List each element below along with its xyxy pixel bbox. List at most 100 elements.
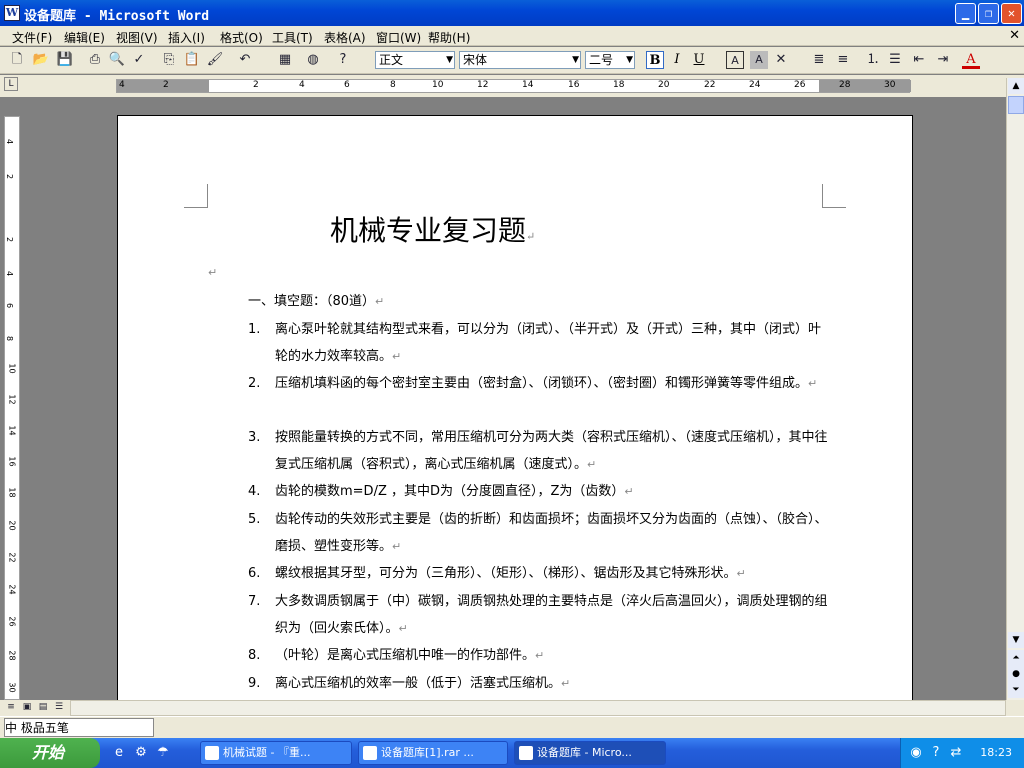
paste-icon[interactable]: 📋 <box>183 51 201 69</box>
ruler-number: 30 <box>7 682 17 693</box>
ruler-number: 26 <box>7 616 17 627</box>
taskbar-item-active[interactable]: 设备题库 - Micro... <box>514 741 666 765</box>
document-area[interactable]: 机械专业复习题↵ ↵ 一、填空题：（80道）↵ 1. 离心泵叶轮就其结构型式来看，… <box>24 98 1006 700</box>
tab-stop-icon[interactable]: L <box>4 77 18 91</box>
italic-button[interactable]: I <box>668 51 686 69</box>
close-button[interactable]: ✕ <box>1001 3 1022 24</box>
ruler-number: 28 <box>839 80 851 90</box>
item-number: 4. <box>248 484 261 499</box>
menu-view[interactable]: 视图(V) <box>116 29 158 46</box>
paragraph-mark: ↵ <box>624 485 634 498</box>
char-scale-icon[interactable]: ✕ <box>772 51 790 69</box>
system-tray: ◉ ? ⇄ 18:23 <box>900 738 1024 768</box>
spelling-icon[interactable]: ✓ <box>130 51 148 69</box>
ie-icon[interactable]: e <box>110 744 128 762</box>
crop-mark <box>184 184 208 208</box>
bullets-icon[interactable]: ☰ <box>886 51 904 69</box>
previous-page-icon[interactable]: ⏶ <box>1008 650 1024 666</box>
item-text: 压缩机填料函的每个密封室主要由（密封盒）、（闭锁环）、（密封圈）和镯形弹簧等零件… <box>275 376 818 391</box>
web-view-icon[interactable]: ▣ <box>20 700 34 714</box>
vertical-ruler[interactable]: 4 2 2 4 6 8 10 12 14 16 18 20 22 24 26 2… <box>4 116 20 700</box>
align-center-icon[interactable]: ≡ <box>834 51 852 69</box>
taskbar-item[interactable]: 设备题库[1].rar ... <box>358 741 508 765</box>
item-number: 6. <box>248 566 261 581</box>
undo-icon[interactable]: ↶ <box>236 51 254 69</box>
insert-table-icon[interactable]: ▦ <box>276 51 294 69</box>
menu-table[interactable]: 表格(A) <box>324 29 366 46</box>
print-preview-icon[interactable]: 🔍 <box>108 51 126 69</box>
quicklaunch-icon[interactable]: ☂ <box>154 744 172 762</box>
tray-icon[interactable]: ◉ <box>907 744 925 762</box>
item-number: 8. <box>248 648 261 663</box>
paragraph-mark: ↵ <box>587 458 597 471</box>
char-border-icon[interactable]: A <box>726 51 744 69</box>
item-number: 2. <box>248 376 261 391</box>
start-button[interactable]: 开始 <box>0 738 100 768</box>
page-view-icon[interactable]: ▤ <box>36 700 50 714</box>
drawing-icon[interactable]: ◍ <box>304 51 322 69</box>
style-select[interactable]: 正文 ▼ <box>375 51 455 69</box>
taskbar: 开始 e ⚙ ☂ 机械试题 - 『重... 设备题库[1].rar ... 设备… <box>0 738 1024 768</box>
window-title: 设备题库 - Microsoft Word <box>24 9 210 24</box>
ime-indicator[interactable]: 中 极品五笔 <box>4 718 154 737</box>
font-select[interactable]: 宋体 ▼ <box>459 51 581 69</box>
ruler-number: 2 <box>253 80 259 90</box>
network-icon[interactable]: ⇄ <box>947 744 965 762</box>
paragraph-mark: ↵ <box>392 540 402 553</box>
underline-button[interactable]: U <box>690 51 708 69</box>
clock[interactable]: 18:23 <box>980 746 1012 759</box>
menu-window[interactable]: 窗口(W) <box>376 29 421 46</box>
document-page[interactable]: 机械专业复习题↵ ↵ 一、填空题：（80道）↵ 1. 离心泵叶轮就其结构型式来看，… <box>117 115 913 700</box>
numbering-icon[interactable]: ⒈ <box>864 51 882 69</box>
ruler-number: 10 <box>7 363 17 374</box>
scroll-up-icon[interactable]: ▲ <box>1008 78 1024 94</box>
bold-button[interactable]: B <box>646 51 664 69</box>
section-heading: 一、填空题：（80道）↵ <box>248 294 385 309</box>
decrease-indent-icon[interactable]: ⇤ <box>910 51 928 69</box>
format-painter-icon[interactable]: 🖌 <box>206 51 224 69</box>
document-title: 机械专业复习题↵ <box>330 214 536 247</box>
menu-file[interactable]: 文件(F) <box>12 29 52 46</box>
ruler-number: 22 <box>7 552 17 563</box>
word-app-icon[interactable]: W <box>4 5 20 21</box>
quicklaunch-icon[interactable]: ⚙ <box>132 744 150 762</box>
menu-tools[interactable]: 工具(T) <box>272 29 313 46</box>
ruler-number: 14 <box>522 80 534 90</box>
minimize-button[interactable]: ▁ <box>955 3 976 24</box>
item-number: 9. <box>248 676 261 691</box>
taskbar-item[interactable]: 机械试题 - 『重... <box>200 741 352 765</box>
menu-edit[interactable]: 编辑(E) <box>64 29 105 46</box>
save-icon[interactable]: 💾 <box>56 51 74 69</box>
scroll-down-icon[interactable]: ▼ <box>1008 632 1024 648</box>
horizontal-ruler[interactable]: 4 2 2 4 6 8 10 12 14 16 18 20 22 24 26 2… <box>116 79 911 93</box>
chevron-down-icon: ▼ <box>446 55 453 65</box>
ruler-number: 2 <box>5 236 15 243</box>
scroll-thumb[interactable] <box>1008 96 1024 114</box>
font-size-select[interactable]: 二号 ▼ <box>585 51 635 69</box>
new-document-icon[interactable]: 🗋 <box>8 51 26 69</box>
status-bar: 中 极品五笔 <box>0 716 1024 738</box>
open-folder-icon[interactable]: 📂 <box>32 51 50 69</box>
browse-object-icon[interactable]: ● <box>1008 666 1024 682</box>
char-shading-icon[interactable]: A <box>750 51 768 69</box>
help-icon[interactable]: ? <box>334 51 352 69</box>
tray-icon[interactable]: ? <box>927 744 945 762</box>
horizontal-scrollbar[interactable] <box>70 700 1006 716</box>
vertical-scrollbar[interactable]: ▲ ▼ ⏶ ● ⏷ <box>1006 78 1024 700</box>
document-close-icon[interactable]: ✕ <box>1009 28 1020 43</box>
restore-button[interactable]: ❐ <box>978 3 999 24</box>
outline-view-icon[interactable]: ☰ <box>52 700 66 714</box>
menu-insert[interactable]: 插入(I) <box>168 29 205 46</box>
menu-help[interactable]: 帮助(H) <box>428 29 470 46</box>
copy-icon[interactable]: ⎘ <box>160 51 178 69</box>
next-page-icon[interactable]: ⏷ <box>1008 682 1024 698</box>
menu-format[interactable]: 格式(O) <box>220 29 263 46</box>
font-color-button[interactable]: A <box>962 51 980 69</box>
align-justify-icon[interactable]: ≣ <box>810 51 828 69</box>
word-icon <box>519 746 533 760</box>
item-text: 大多数调质钢属于（中）碳钢，调质钢热处理的主要特点是（淬火后高温回火），调质处理… <box>275 594 828 636</box>
increase-indent-icon[interactable]: ⇥ <box>934 51 952 69</box>
print-icon[interactable]: ⎙ <box>86 51 104 69</box>
normal-view-icon[interactable]: ≡ <box>4 700 18 714</box>
paragraph-mark: ↵ <box>392 350 402 363</box>
